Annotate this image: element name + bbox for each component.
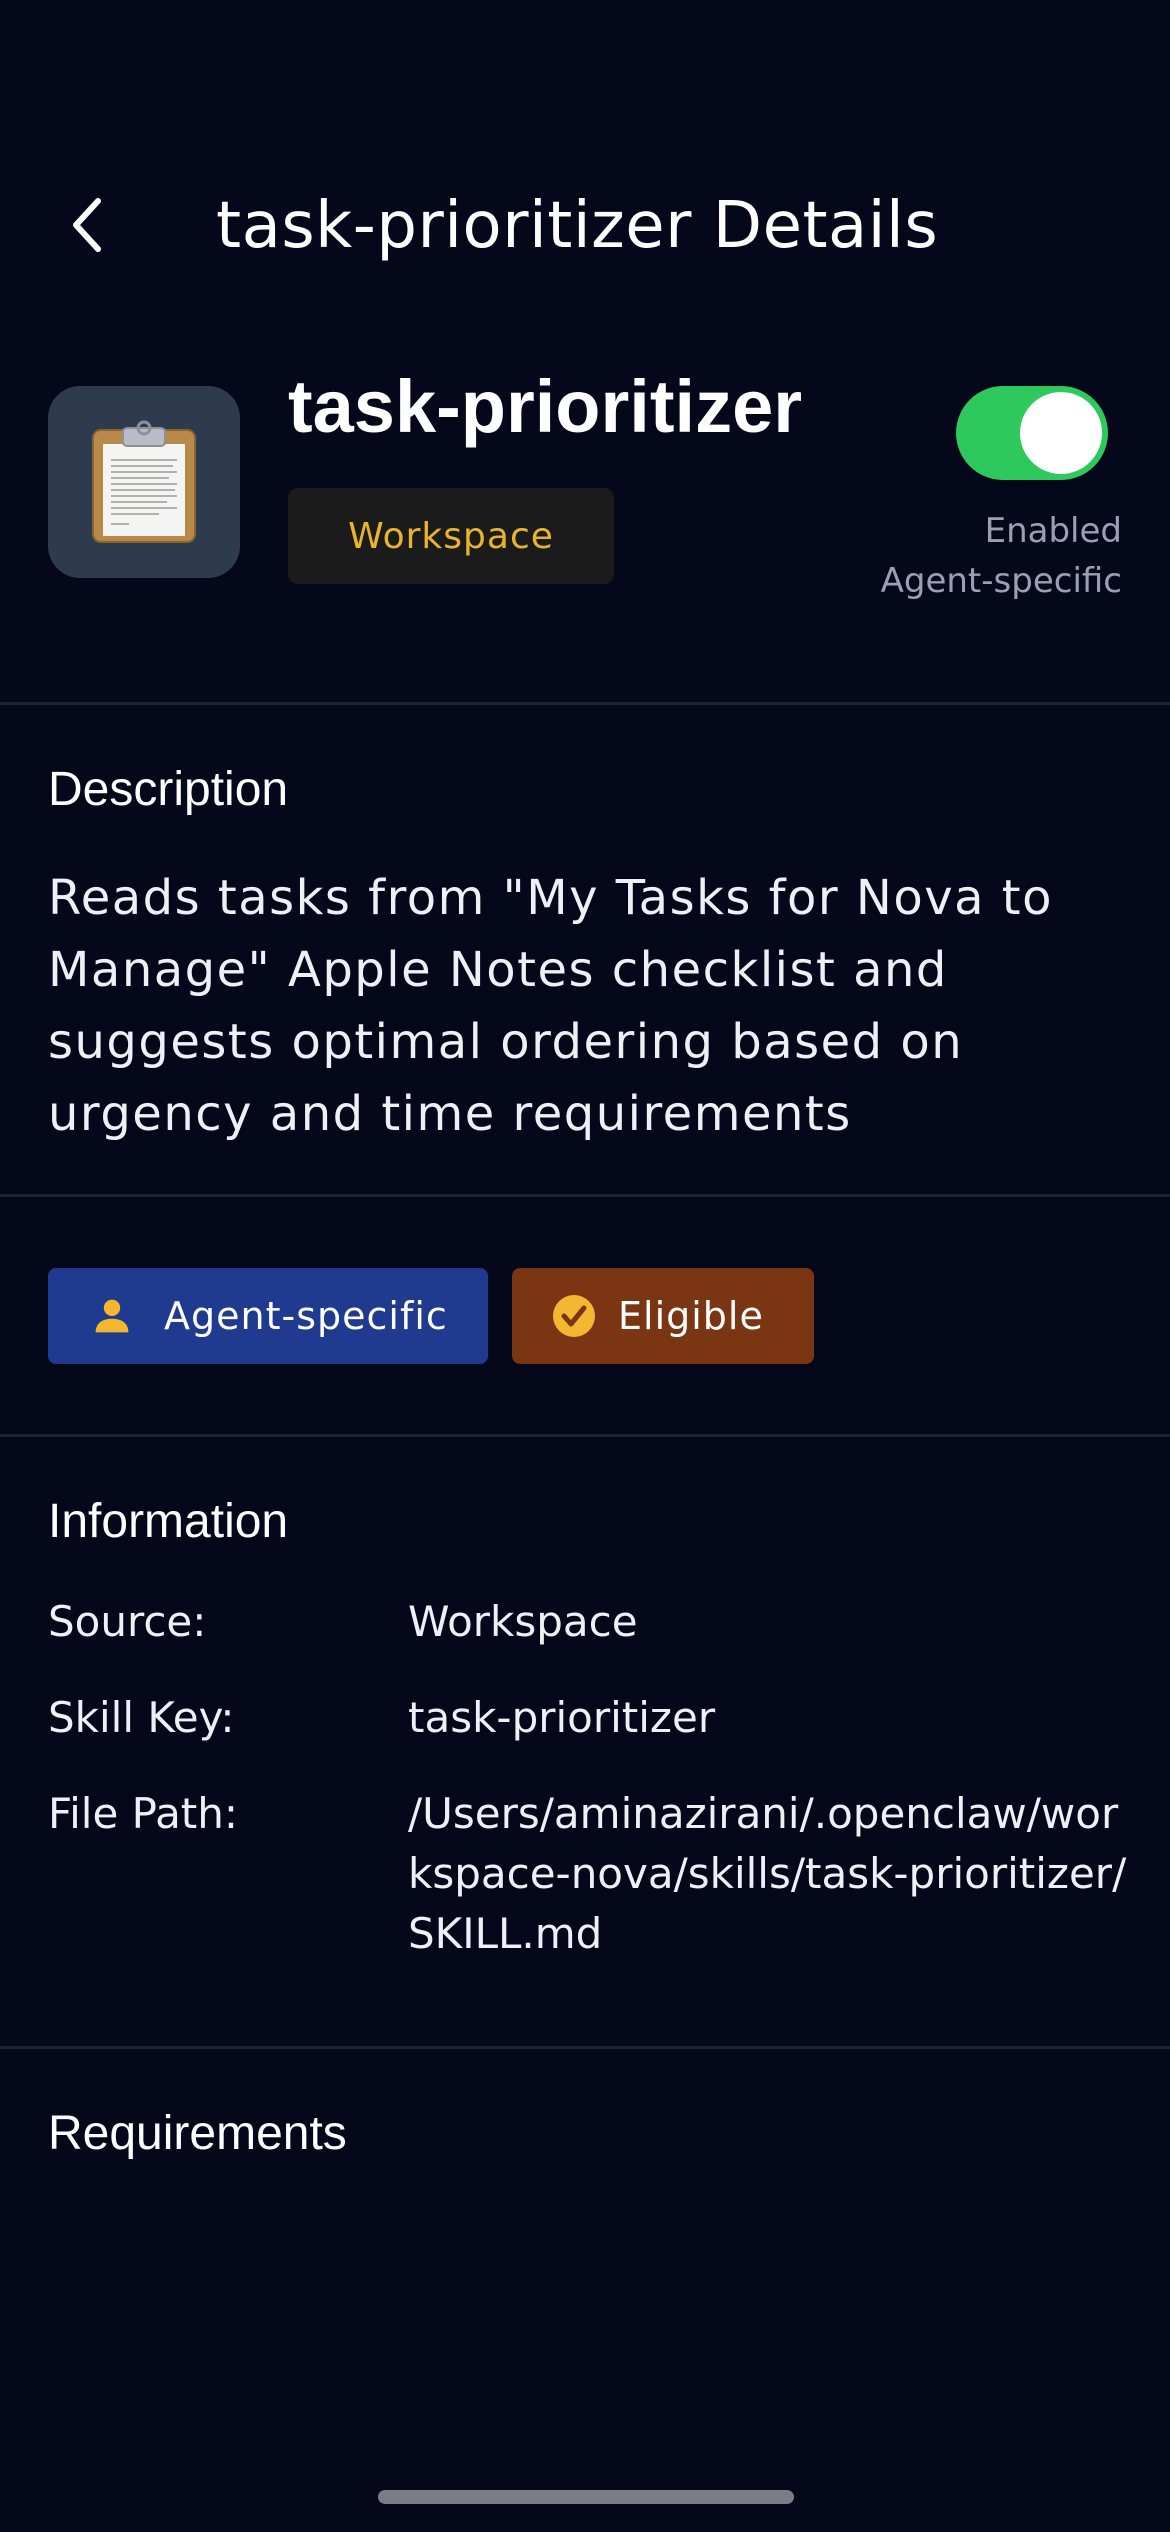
- info-value-file-path: /Users/aminazirani/.openclaw/workspace-n…: [408, 1789, 1127, 1958]
- page-title: task-prioritizer Details: [216, 189, 939, 263]
- tag-label: Eligible: [618, 1294, 764, 1338]
- toggle-knob: [1020, 392, 1102, 474]
- person-icon: [90, 1294, 134, 1338]
- back-button[interactable]: [58, 190, 118, 260]
- description-text: Reads tasks from "My Tasks for Nova to M…: [48, 870, 1053, 1142]
- enabled-toggle[interactable]: [956, 386, 1108, 480]
- home-indicator[interactable]: [378, 2490, 794, 2504]
- divider: [0, 702, 1170, 705]
- info-label-file-path: File Path:: [48, 1789, 239, 1838]
- info-label-source: Source:: [48, 1597, 207, 1646]
- info-value-source: Workspace: [408, 1597, 638, 1646]
- clipboard-icon: [92, 420, 196, 543]
- information-title: Information: [48, 1495, 289, 1548]
- skill-name: task-prioritizer: [288, 365, 803, 448]
- status-sub-label: Agent-specific: [880, 561, 1122, 601]
- divider: [0, 1434, 1170, 1437]
- chevron-left-icon: [73, 198, 101, 252]
- requirements-title: Requirements: [48, 2107, 347, 2160]
- eligible-tag: Eligible: [512, 1268, 814, 1364]
- tag-label: Agent-specific: [164, 1294, 448, 1338]
- description-title: Description: [48, 763, 289, 816]
- source-badge: Workspace: [288, 488, 614, 584]
- skill-icon: [48, 386, 240, 578]
- status-label: Enabled: [984, 511, 1122, 551]
- divider: [0, 2046, 1170, 2049]
- agent-specific-tag: Agent-specific: [48, 1268, 488, 1364]
- divider: [0, 1194, 1170, 1197]
- info-label-skill-key: Skill Key:: [48, 1693, 235, 1742]
- check-circle-icon: [552, 1294, 596, 1338]
- info-value-skill-key: task-prioritizer: [408, 1693, 716, 1742]
- skill-details-screen: task-prioritizer Details task-prioritize…: [0, 0, 1170, 2532]
